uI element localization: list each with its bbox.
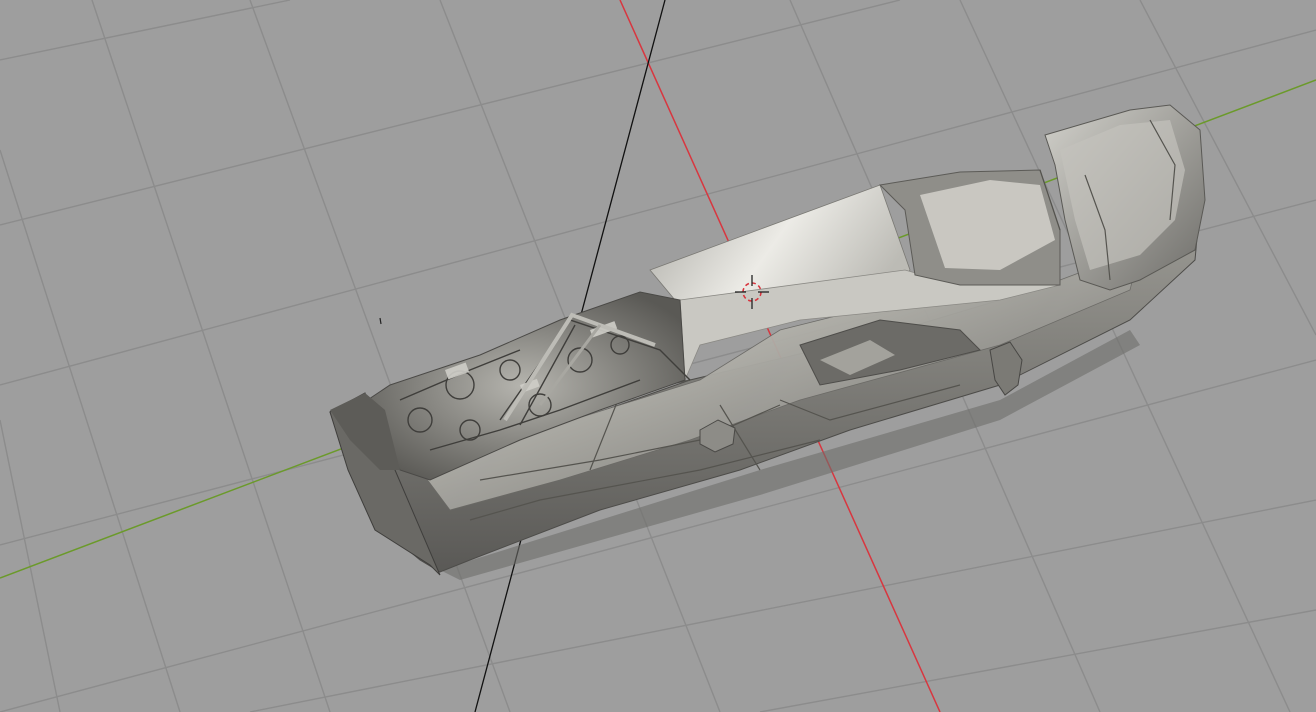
3d-viewport[interactable] <box>0 0 1316 712</box>
origin-marker <box>379 317 382 325</box>
car-chassis-model[interactable] <box>329 104 1206 580</box>
viewport-canvas[interactable] <box>0 0 1316 712</box>
